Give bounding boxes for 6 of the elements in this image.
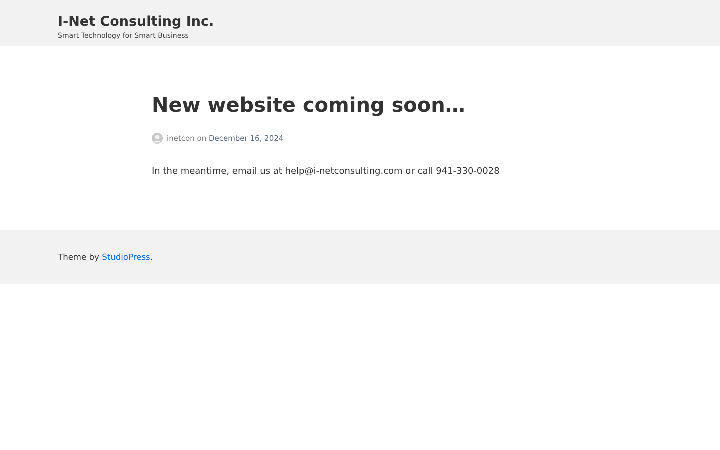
studiopress-link[interactable]: StudioPress [102,252,150,262]
post-body: In the meantime, email us at help@i-netconsulting.com or call 941-330-0028 [152,166,501,179]
footer-credit: Theme by StudioPress. [58,252,153,262]
post-title: New website coming soon… [152,92,466,119]
avatar-icon [152,133,163,144]
site-title[interactable]: I-Net Consulting Inc. [58,14,214,31]
